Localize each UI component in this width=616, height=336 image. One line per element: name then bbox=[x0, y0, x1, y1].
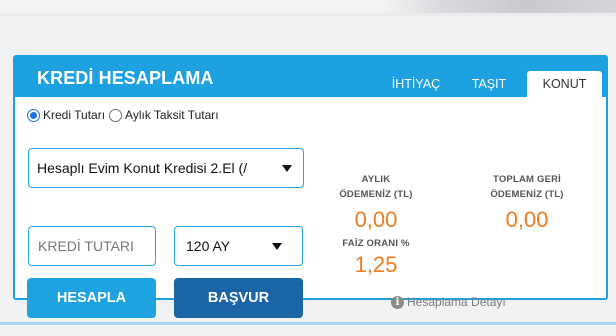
widget-body: Kredi Tutarı Aylık Taksit Tutarı Hesaplı… bbox=[15, 97, 606, 318]
caret-down-icon bbox=[282, 165, 292, 172]
total-payment-label: TOPLAM GERİ ÖDEMENİZ (TL) bbox=[462, 172, 592, 202]
tab-tasit[interactable]: TAŞIT bbox=[461, 71, 517, 97]
widget-title: KREDİ HESAPLAMA bbox=[37, 68, 214, 88]
apply-button[interactable]: BAŞVUR bbox=[174, 278, 303, 318]
monthly-payment-label: AYLIK ÖDEMENİZ (TL) bbox=[311, 172, 441, 202]
widget-header: KREDİ HESAPLAMA İHTİYAÇ TAŞIT KONUT bbox=[15, 57, 606, 97]
monthly-payment-label-line2: ÖDEMENİZ (TL) bbox=[339, 189, 413, 200]
total-payment-label-line1: TOPLAM GERİ bbox=[493, 174, 561, 185]
calculation-detail-label: Hesaplama Detayı bbox=[407, 295, 506, 309]
radio-kredi-tutari-label[interactable]: Kredi Tutarı bbox=[43, 108, 105, 122]
calculation-mode-radio-group: Kredi Tutarı Aylık Taksit Tutarı bbox=[27, 106, 223, 124]
radio-aylik-taksit-label[interactable]: Aylık Taksit Tutarı bbox=[125, 108, 219, 122]
term-select-value: 120 AY bbox=[186, 238, 231, 254]
product-select[interactable]: Hesaplı Evim Konut Kredisi 2.El (/ bbox=[28, 148, 304, 188]
product-select-value: Hesaplı Evim Konut Kredisi 2.El (/ bbox=[37, 160, 248, 176]
info-circle-icon: i bbox=[391, 295, 404, 309]
monthly-payment-label-line1: AYLIK bbox=[361, 174, 391, 185]
calculate-button[interactable]: HESAPLA bbox=[27, 278, 156, 318]
credit-calculator-widget: KREDİ HESAPLAMA İHTİYAÇ TAŞIT KONUT Kred… bbox=[13, 55, 608, 318]
interest-rate-value: 1,25 bbox=[354, 252, 398, 277]
page-bottom-line bbox=[0, 322, 616, 325]
calculation-detail-link[interactable]: i Hesaplama Detayı bbox=[391, 294, 506, 310]
radio-aylik-taksit[interactable] bbox=[109, 108, 123, 122]
tab-ihtiyac[interactable]: İHTİYAÇ bbox=[380, 71, 452, 97]
term-select[interactable]: 120 AY bbox=[174, 226, 303, 266]
caret-down-icon bbox=[272, 243, 282, 250]
total-payment-value: 0,00 bbox=[505, 207, 549, 232]
credit-amount-input[interactable] bbox=[28, 226, 156, 266]
page-top-band bbox=[0, 0, 616, 16]
tab-konut[interactable]: KONUT bbox=[527, 71, 602, 97]
total-payment-label-line2: ÖDEMENİZ (TL) bbox=[490, 189, 564, 200]
interest-rate-label: FAİZ ORANI % bbox=[342, 238, 410, 249]
radio-kredi-tutari[interactable] bbox=[27, 108, 40, 122]
monthly-payment-value: 0,00 bbox=[354, 207, 398, 232]
